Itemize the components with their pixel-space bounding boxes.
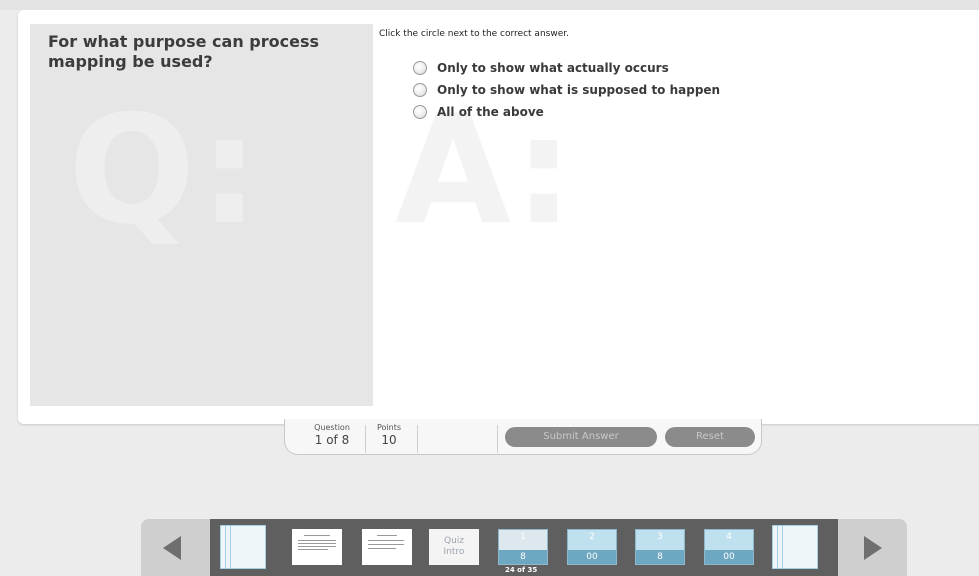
quiz-intro-thumbnail[interactable]: Quiz Intro <box>429 529 479 565</box>
question-number: 3 <box>657 532 663 542</box>
slide-counter: 24 of 35 <box>505 566 538 574</box>
points-label: Points <box>376 423 402 432</box>
slide-thumbnail[interactable] <box>362 529 412 565</box>
answer-option-3[interactable]: All of the above <box>413 101 720 123</box>
next-arrow-icon[interactable] <box>864 536 882 560</box>
question-counter-label: Question <box>314 423 350 432</box>
previous-arrow-icon[interactable] <box>163 536 181 560</box>
question-status: 8 <box>636 550 684 564</box>
quiz-intro-label-1: Quiz <box>443 536 464 546</box>
divider <box>497 425 498 453</box>
radio-button-icon[interactable] <box>413 83 427 97</box>
radio-button-icon[interactable] <box>413 61 427 75</box>
quiz-info-bar: Question 1 of 8 Points 10 Submit Answer … <box>284 419 762 455</box>
submit-answer-button[interactable]: Submit Answer <box>505 427 657 447</box>
question-panel: Q: For what purpose can process mapping … <box>30 24 373 406</box>
slide-stack-right-icon[interactable] <box>772 525 822 569</box>
question-status: 00 <box>705 550 753 564</box>
reset-button[interactable]: Reset <box>665 427 755 447</box>
question-number: 1 <box>520 532 526 542</box>
question-number: 2 <box>589 532 595 542</box>
question-4-thumbnail[interactable]: 4 00 <box>704 529 754 565</box>
divider <box>417 425 418 453</box>
question-1-thumbnail[interactable]: 1 8 <box>498 529 548 565</box>
top-strip <box>0 0 979 10</box>
instruction-text: Click the circle next to the correct ans… <box>379 29 569 39</box>
question-number: 4 <box>726 532 732 542</box>
slide-navigation-bar: Quiz Intro 1 8 2 00 3 8 4 00 24 of 35 <box>141 519 907 576</box>
answer-option-label: Only to show what actually occurs <box>437 61 669 75</box>
question-text: For what purpose can process mapping be … <box>48 32 320 71</box>
quiz-intro-label-2: Intro <box>443 547 465 557</box>
question-status: 8 <box>499 550 547 564</box>
question-status: 00 <box>568 550 616 564</box>
question-counter-value: 1 of 8 <box>314 433 350 447</box>
answer-option-2[interactable]: Only to show what is supposed to happen <box>413 79 720 101</box>
question-2-thumbnail[interactable]: 2 00 <box>567 529 617 565</box>
thumbnail-strip: Quiz Intro 1 8 2 00 3 8 4 00 24 of 35 <box>210 519 838 576</box>
question-watermark: Q: <box>68 84 264 258</box>
answer-option-1[interactable]: Only to show what actually occurs <box>413 57 720 79</box>
points-value: 10 <box>381 433 397 447</box>
question-counter: Question 1 of 8 <box>307 423 357 447</box>
answer-option-label: All of the above <box>437 105 544 119</box>
answer-options: Only to show what actually occurs Only t… <box>413 57 720 123</box>
points-display: Points 10 <box>371 423 407 447</box>
radio-button-icon[interactable] <box>413 105 427 119</box>
slide-stack-left-icon[interactable] <box>220 525 270 569</box>
question-3-thumbnail[interactable]: 3 8 <box>635 529 685 565</box>
slide-thumbnail[interactable] <box>292 529 342 565</box>
answer-panel: A: Click the circle next to the correct … <box>373 24 979 406</box>
answer-option-label: Only to show what is supposed to happen <box>437 83 721 97</box>
divider <box>365 425 366 453</box>
